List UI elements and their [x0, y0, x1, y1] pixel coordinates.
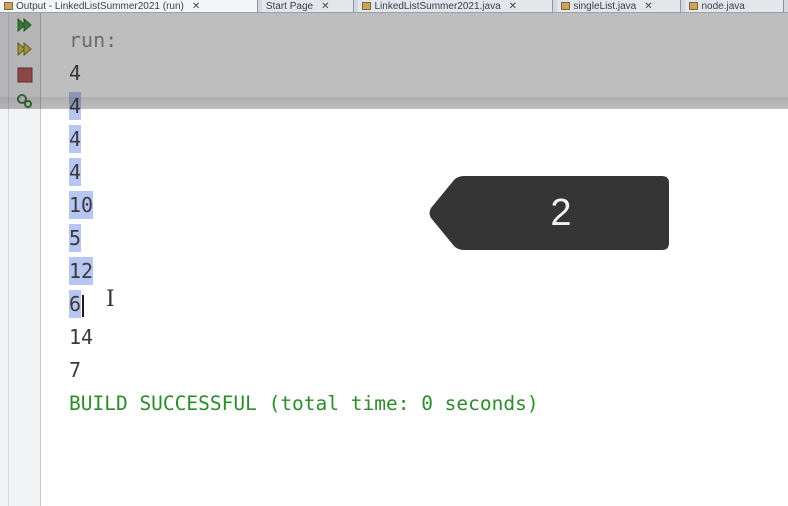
rerun-with-options-icon[interactable]: [16, 41, 34, 57]
output-line: 7: [69, 358, 82, 382]
java-file-icon: [689, 2, 699, 10]
selected-text: 10: [69, 191, 94, 219]
output-line: 4: [69, 91, 82, 121]
run-label: run:: [69, 28, 118, 52]
selected-text: 6: [69, 290, 82, 318]
selected-text: 4: [69, 92, 82, 120]
tab-label: singleList.java: [573, 0, 637, 12]
close-icon[interactable]: ✕: [644, 1, 652, 12]
tab-singlelist-java[interactable]: singleList.java ✕: [557, 0, 682, 12]
rerun-icon[interactable]: [16, 17, 34, 33]
tab-label: LinkedListSummer2021.java: [374, 0, 501, 12]
tab-start-page[interactable]: Start Page ✕: [261, 0, 355, 12]
output-line: 6: [69, 289, 85, 319]
output-icon: [4, 2, 13, 10]
tab-label: Output - LinkedListSummer2021 (run): [16, 0, 184, 12]
badge-number: 2: [550, 192, 572, 234]
output-line: 4: [69, 124, 82, 154]
build-status: BUILD SUCCESSFUL (total time: 0 seconds): [69, 392, 539, 415]
annotation-arrow-badge: 2: [428, 174, 670, 252]
tab-label: node.java: [701, 0, 745, 12]
output-line: 10: [69, 190, 94, 220]
gutter-divider: [8, 13, 9, 506]
java-file-icon: [561, 2, 571, 10]
output-line: 5: [69, 223, 82, 253]
ide-output-window: Output - LinkedListSummer2021 (run) ✕ St…: [0, 0, 788, 506]
tab-node-java[interactable]: node.java: [685, 0, 784, 12]
close-icon[interactable]: ✕: [192, 1, 200, 12]
tab-output[interactable]: Output - LinkedListSummer2021 (run) ✕: [0, 0, 258, 12]
output-line: 4: [69, 157, 82, 187]
output-console[interactable]: run: 4 4 4 4 10 5 12 6 14 7 BUILD SUCCES…: [41, 13, 788, 506]
close-icon[interactable]: ✕: [321, 1, 329, 12]
close-icon[interactable]: ✕: [509, 1, 517, 12]
stop-icon[interactable]: [16, 67, 34, 83]
selected-text: 4: [69, 158, 82, 186]
selected-text: 12: [69, 257, 94, 285]
text-caret: [82, 294, 85, 317]
tab-linkedlistsummer2021-java[interactable]: LinkedListSummer2021.java ✕: [358, 0, 554, 12]
output-line: 12: [69, 256, 94, 286]
output-line: 4: [69, 61, 82, 85]
ibeam-cursor-icon: I: [106, 287, 115, 312]
editor-tab-bar: Output - LinkedListSummer2021 (run) ✕ St…: [0, 0, 788, 13]
selected-text: 4: [69, 125, 82, 153]
output-line: 14: [69, 325, 94, 349]
output-toolbar: [0, 13, 41, 506]
settings-icon[interactable]: [16, 93, 34, 109]
java-file-icon: [362, 2, 372, 10]
tab-label: Start Page: [265, 0, 314, 12]
selected-text: 5: [69, 224, 82, 252]
